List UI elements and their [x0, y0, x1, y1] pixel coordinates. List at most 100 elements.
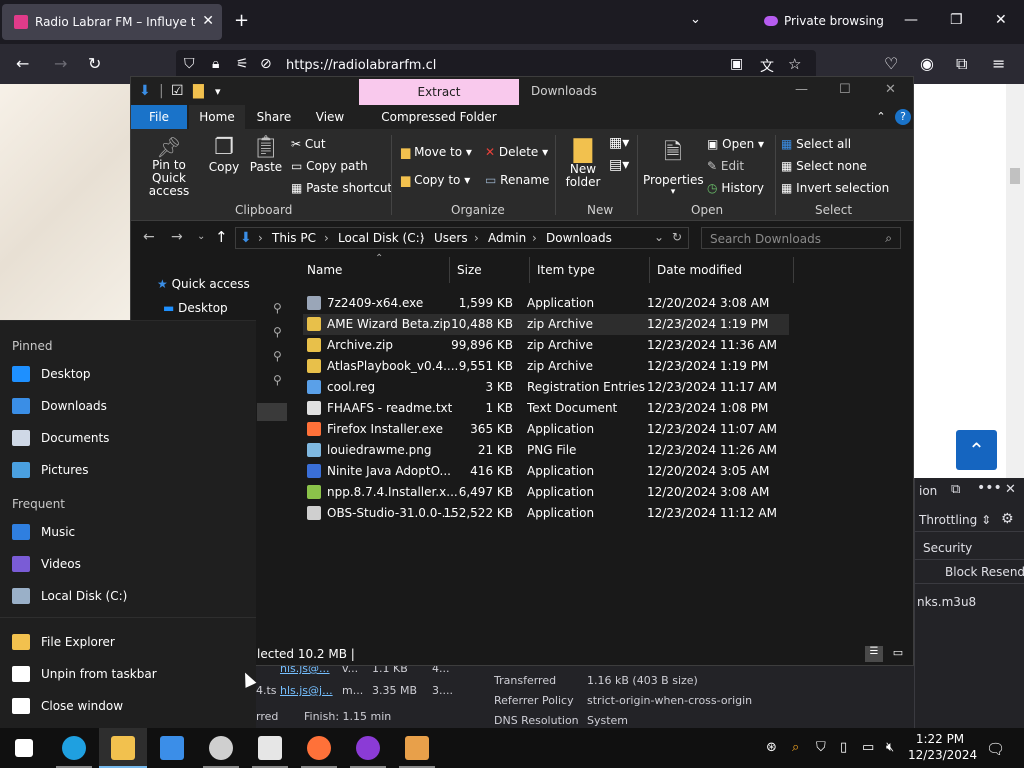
collapse-ribbon-icon[interactable]: ⌃: [873, 105, 889, 129]
column-header-item-type[interactable]: Item type: [537, 263, 595, 277]
network-icon[interactable]: ▭: [862, 740, 874, 755]
firefox-icon[interactable]: [295, 728, 343, 768]
permissions-icon[interactable]: ⚟: [236, 56, 249, 72]
address-bar[interactable]: ⬇ › This PC › Local Disk (C:) › Users › …: [235, 227, 689, 249]
invert-selection-button[interactable]: ▦ Invert selection: [781, 181, 889, 195]
new-item-icon[interactable]: ▦▾: [609, 135, 629, 151]
column-header-date-modified[interactable]: Date modified: [657, 263, 742, 277]
shield-icon[interactable]: ⛉: [184, 56, 195, 72]
maximize-button[interactable]: ☐: [839, 82, 851, 97]
recent-locations-icon[interactable]: ⌄: [197, 231, 205, 242]
new-folder-qat-icon[interactable]: ▇: [193, 83, 204, 99]
scrollbar-thumb[interactable]: [1010, 168, 1020, 184]
breadcrumb-users[interactable]: Users: [434, 231, 468, 245]
customize-qat-icon[interactable]: ▾: [215, 85, 221, 98]
browser-tab[interactable]: Radio Labrar FM – Influye tus se ✕: [2, 4, 222, 40]
history-button[interactable]: ◷ History: [707, 181, 764, 195]
large-icons-view-icon[interactable]: ▭: [889, 646, 907, 662]
tab-compressed-folder-tools[interactable]: Compressed Folder Tools: [367, 105, 511, 148]
store-icon[interactable]: [148, 728, 196, 768]
details-view-icon[interactable]: ☰: [865, 646, 883, 662]
minimize-button[interactable]: —: [904, 12, 918, 28]
tracking-blocked-icon[interactable]: ⊘: [260, 56, 272, 72]
jump-list-item[interactable]: Close window: [0, 691, 256, 721]
tab-file[interactable]: File: [131, 105, 187, 129]
virtualbox-icon[interactable]: [393, 728, 441, 768]
close-window-button[interactable]: ✕: [885, 82, 896, 97]
scroll-to-top-button[interactable]: ⌃: [956, 430, 997, 470]
edit-button[interactable]: ✎ Edit: [707, 159, 744, 173]
nav-desktop[interactable]: ▬ Desktop: [163, 301, 228, 315]
extract-contextual-tab[interactable]: Extract: [359, 79, 519, 105]
start-button[interactable]: [0, 728, 48, 768]
file-row[interactable]: 7z2409-x64.exe 1,599 KB Application 12/20/2…: [303, 293, 789, 314]
back-arrow-icon[interactable]: ←: [143, 229, 155, 245]
file-row[interactable]: npp.8.7.4.Installer.x... 6,497 KB Applicat…: [303, 482, 789, 503]
7zip-icon[interactable]: [246, 728, 294, 768]
request-initiator[interactable]: hls.js@j...: [280, 684, 333, 697]
jump-list-item[interactable]: Downloads: [0, 391, 256, 421]
paste-shortcut-button[interactable]: ▦ Paste shortcut: [291, 181, 392, 195]
security-tab[interactable]: Security: [923, 541, 972, 555]
volume-muted-icon[interactable]: 🔇︎: [886, 740, 894, 755]
file-explorer-icon[interactable]: [99, 728, 147, 768]
list-all-tabs-button[interactable]: ⌄: [690, 12, 701, 27]
edge-icon[interactable]: [50, 728, 98, 768]
request-filename[interactable]: nks.m3u8: [917, 595, 976, 609]
restore-button[interactable]: ❐: [950, 12, 963, 28]
notifications-icon[interactable]: 🗨︎: [986, 740, 1005, 758]
file-row[interactable]: Firefox Installer.exe 365 KB Application 12…: [303, 419, 789, 440]
file-row[interactable]: cool.reg 3 KB Registration Entries 12/23/20…: [303, 377, 789, 398]
bookmark-star-icon[interactable]: ☆: [788, 55, 801, 73]
properties-button[interactable]: 🗎︎ Properties ▾: [643, 135, 704, 197]
jump-list-item[interactable]: File Explorer: [0, 627, 256, 657]
up-arrow-icon[interactable]: ↑: [215, 228, 228, 246]
close-tab-icon[interactable]: ✕: [202, 13, 214, 29]
breadcrumb-local-disk[interactable]: Local Disk (C:): [338, 231, 424, 245]
jump-list-item[interactable]: Unpin from taskbar: [0, 659, 256, 689]
file-row[interactable]: OBS-Studio-31.0.0-... 152,522 KB Applicati…: [303, 503, 789, 524]
column-header-size[interactable]: Size: [457, 263, 482, 277]
taskbar-clock[interactable]: 1:22 PM 12/23/2024: [908, 731, 977, 763]
file-row[interactable]: Ninite Java AdoptO... 416 KB Application 12…: [303, 461, 789, 482]
minimize-button[interactable]: —: [795, 82, 808, 97]
dock-icon[interactable]: ⧉: [951, 482, 960, 497]
page-scrollbar[interactable]: [1006, 84, 1024, 478]
copy-to-button[interactable]: ▆ Copy to ▾: [401, 173, 470, 187]
search-box[interactable]: Search Downloads ⌕: [701, 227, 901, 249]
account-icon[interactable]: ◉: [920, 54, 934, 73]
file-row[interactable]: AME Wizard Beta.zip 10,488 KB zip Archive 1…: [303, 314, 789, 335]
address-dropdown-icon[interactable]: ⌄: [654, 230, 664, 244]
file-row[interactable]: louiedrawme.png 21 KB PNG File 12/23/2024 1…: [303, 440, 789, 461]
jump-list-item[interactable]: Pictures: [0, 455, 256, 485]
obs-icon[interactable]: [197, 728, 245, 768]
tab-view[interactable]: View: [305, 105, 355, 129]
select-all-button[interactable]: ▦ Select all: [781, 137, 851, 151]
new-folder-button[interactable]: ▇ New folder: [561, 135, 605, 189]
copy-button[interactable]: ❐ Copy: [207, 135, 241, 174]
paste-button[interactable]: 📋︎ Paste: [249, 135, 283, 174]
nav-quick-access[interactable]: ★ Quick access: [157, 277, 250, 291]
breadcrumb-downloads[interactable]: Downloads: [546, 231, 612, 245]
column-header-name[interactable]: Name: [307, 263, 342, 277]
jump-list-item[interactable]: Local Disk (C:): [0, 581, 256, 611]
lock-icon[interactable]: 🔒︎: [212, 56, 219, 72]
defender-icon[interactable]: ⛉: [816, 740, 826, 755]
menu-icon[interactable]: ≡: [992, 54, 1005, 73]
jump-list-item[interactable]: Videos: [0, 549, 256, 579]
block-button[interactable]: Block: [945, 565, 977, 579]
reload-icon[interactable]: ↻: [88, 54, 101, 73]
tab-home[interactable]: Home: [189, 105, 245, 129]
throttling-dropdown[interactable]: Throttling ⇕: [919, 513, 991, 527]
back-arrow-icon[interactable]: ←: [16, 54, 29, 73]
url-text[interactable]: https://radiolabrarfm.cl: [286, 58, 436, 73]
select-none-button[interactable]: ▦ Select none: [781, 159, 867, 173]
file-row[interactable]: Archive.zip 99,896 KB zip Archive 12/23/202…: [303, 335, 789, 356]
usb-icon[interactable]: ▯: [840, 740, 847, 755]
jump-list-item[interactable]: Music: [0, 517, 256, 547]
more-options-icon[interactable]: •••: [977, 480, 1002, 496]
close-window-button[interactable]: ✕: [995, 12, 1007, 28]
move-to-button[interactable]: ▆ Move to ▾: [401, 145, 472, 159]
tab-share[interactable]: Share: [249, 105, 299, 129]
search-tray-icon[interactable]: ⌕: [792, 740, 799, 755]
